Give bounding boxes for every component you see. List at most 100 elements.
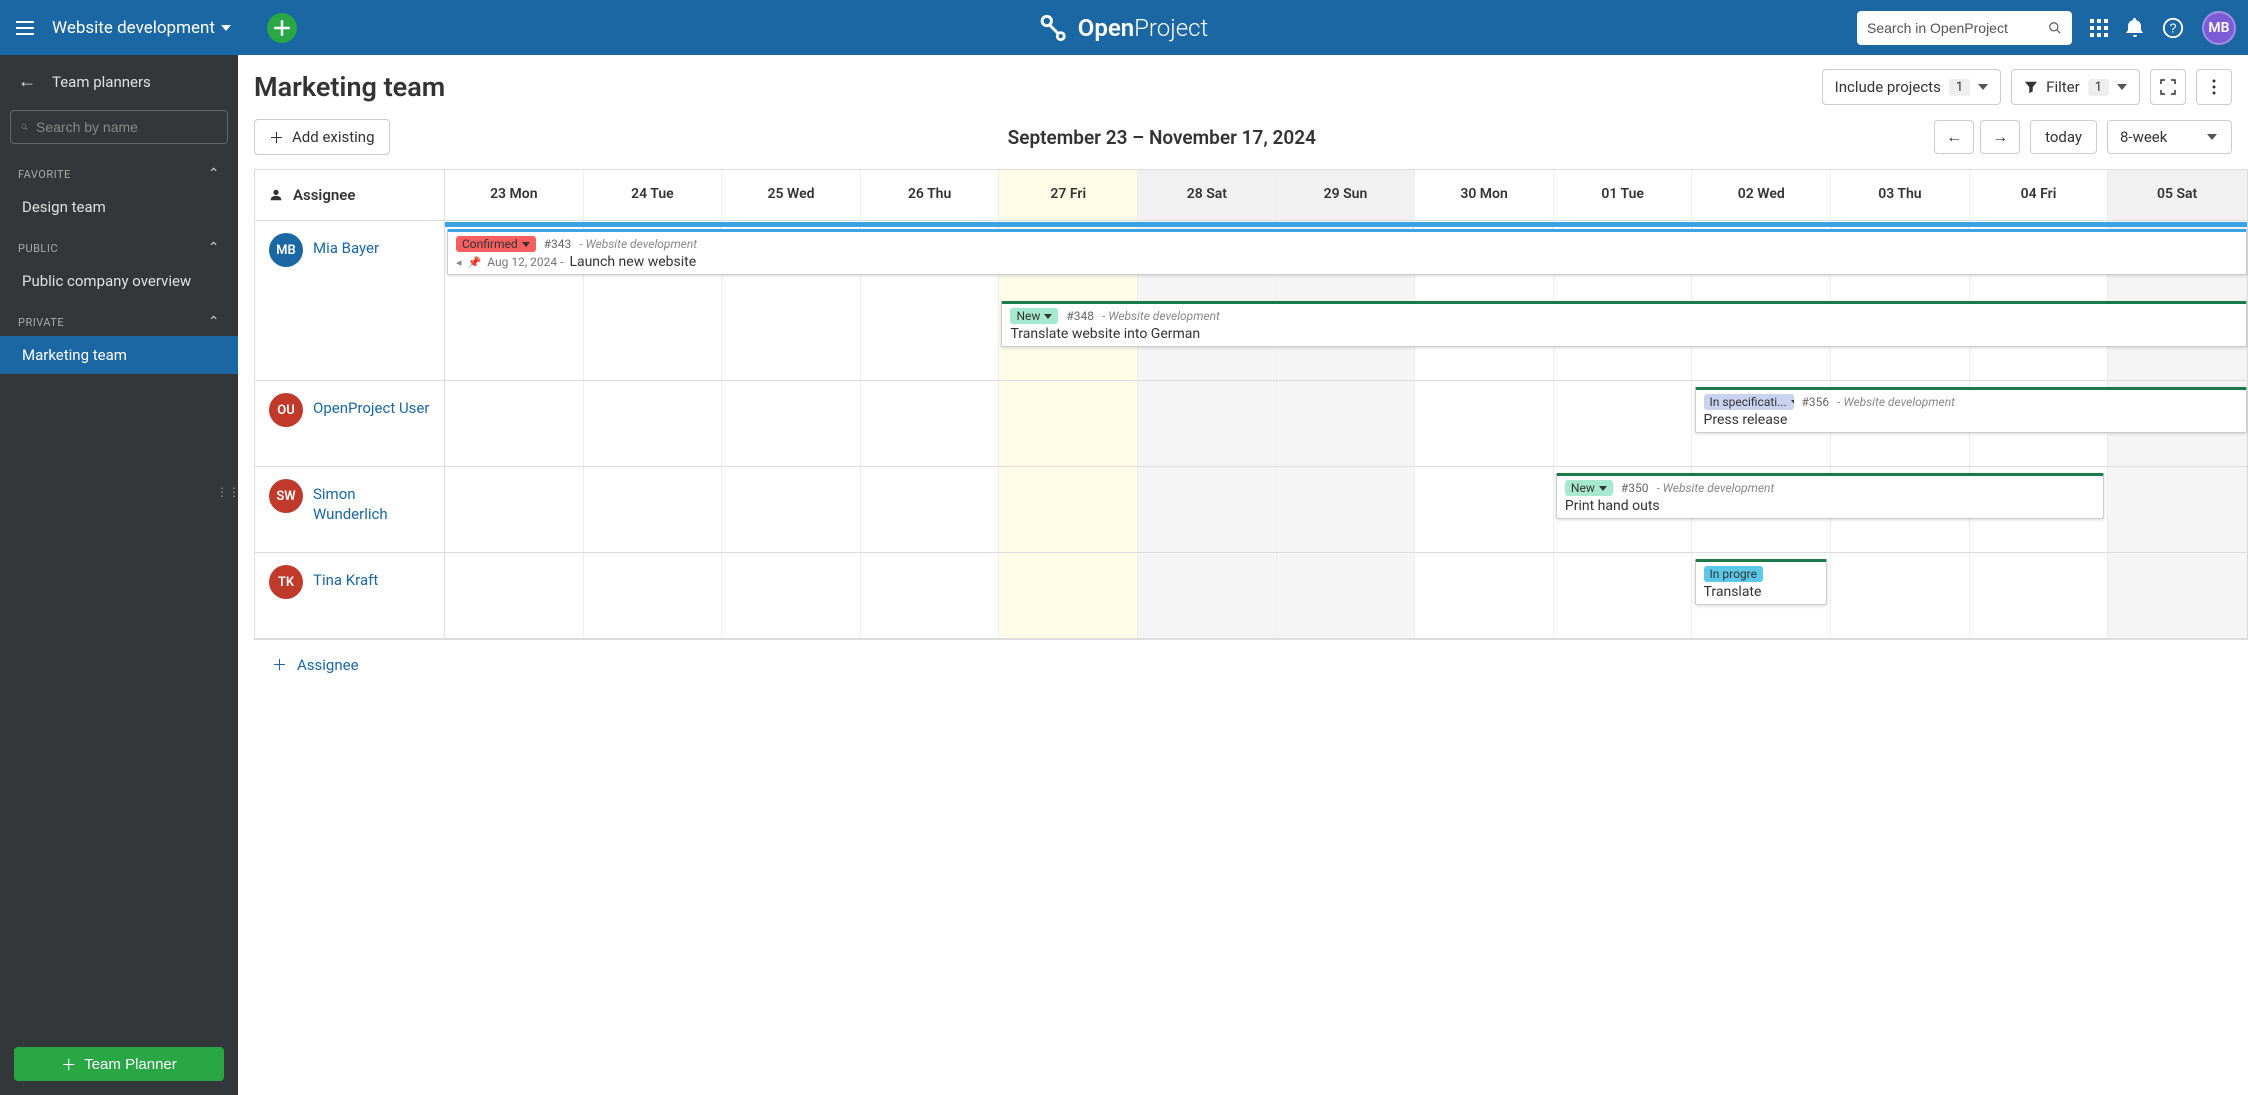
grid-cell[interactable] bbox=[2108, 553, 2247, 638]
wp-title: Translate bbox=[1704, 584, 1762, 600]
include-count-badge: 1 bbox=[1949, 79, 1970, 96]
grid-cell[interactable] bbox=[584, 467, 723, 552]
grid-cell[interactable] bbox=[999, 381, 1138, 466]
sidebar-item-design[interactable]: Design team bbox=[0, 188, 238, 226]
avatar: SW bbox=[269, 479, 303, 513]
grid-cell[interactable] bbox=[999, 467, 1138, 552]
add-existing-button[interactable]: ＋ Add existing bbox=[254, 119, 390, 155]
section-public[interactable]: PUBLIC ⌃ bbox=[0, 226, 238, 262]
grid-cell[interactable] bbox=[2108, 467, 2247, 552]
assignee-name[interactable]: Simon Wunderlich bbox=[313, 479, 430, 524]
new-team-planner-button[interactable]: ＋ Team Planner bbox=[14, 1047, 224, 1081]
grid-cell[interactable] bbox=[722, 467, 861, 552]
grid-cell[interactable] bbox=[861, 553, 1000, 638]
sidebar-search[interactable] bbox=[10, 110, 228, 144]
search-input[interactable] bbox=[1867, 20, 2048, 36]
help-icon[interactable]: ? bbox=[2162, 17, 2184, 39]
openproject-icon bbox=[1040, 14, 1068, 42]
status-tag[interactable]: New bbox=[1565, 480, 1613, 496]
global-add-button[interactable] bbox=[267, 13, 297, 43]
wp-project: - Website development bbox=[1657, 481, 1775, 495]
grid-cell[interactable] bbox=[1138, 553, 1277, 638]
grid-cell[interactable] bbox=[999, 553, 1138, 638]
project-name: Website development bbox=[52, 18, 215, 38]
day-header: 04 Fri bbox=[1970, 170, 2109, 220]
include-projects-button[interactable]: Include projects 1 bbox=[1822, 69, 2002, 105]
pin-icon: 📌 bbox=[468, 256, 482, 269]
sidebar-item-marketing[interactable]: Marketing team bbox=[0, 336, 238, 374]
range-selector[interactable]: 8-week bbox=[2107, 120, 2232, 154]
assignee-row: OU OpenProject User In specificati... #35… bbox=[255, 381, 2247, 467]
sidebar-item-public-overview[interactable]: Public company overview bbox=[0, 262, 238, 300]
fullscreen-icon bbox=[2160, 79, 2176, 95]
status-tag[interactable]: In progre bbox=[1704, 566, 1763, 582]
sidebar-search-input[interactable] bbox=[36, 119, 217, 135]
filter-button[interactable]: Filter 1 bbox=[2011, 69, 2140, 105]
today-button[interactable]: today bbox=[2030, 120, 2097, 154]
wp-id: #356 bbox=[1802, 395, 1830, 409]
wp-title: Translate website into German bbox=[1010, 326, 1200, 342]
work-package-card[interactable]: Confirmed #343 - Website development ◂ 📌… bbox=[447, 229, 2247, 275]
add-assignee-button[interactable]: ＋ Assignee bbox=[254, 640, 2248, 689]
menu-toggle-icon[interactable] bbox=[12, 17, 36, 39]
status-tag[interactable]: In specificati... bbox=[1704, 394, 1794, 410]
grid-cell[interactable] bbox=[1554, 553, 1693, 638]
caret-down-icon bbox=[1978, 84, 1988, 90]
svg-text:?: ? bbox=[2169, 20, 2176, 35]
bell-icon[interactable] bbox=[2126, 18, 2144, 38]
assignee-name[interactable]: OpenProject User bbox=[313, 393, 429, 419]
grid-cell[interactable] bbox=[445, 553, 584, 638]
day-header: 01 Tue bbox=[1554, 170, 1693, 220]
grid-cell[interactable] bbox=[1277, 467, 1416, 552]
grid-cell[interactable] bbox=[861, 467, 1000, 552]
section-favorite[interactable]: FAVORITE ⌃ bbox=[0, 152, 238, 188]
grid-cell[interactable] bbox=[861, 381, 1000, 466]
wp-title: Print hand outs bbox=[1565, 498, 1660, 514]
grid-cell[interactable] bbox=[722, 381, 861, 466]
modules-icon[interactable] bbox=[2090, 19, 2108, 37]
work-package-card[interactable]: New #348 - Website development Translate… bbox=[1001, 301, 2247, 347]
day-header: 28 Sat bbox=[1138, 170, 1277, 220]
day-header: 02 Wed bbox=[1692, 170, 1831, 220]
project-selector[interactable]: Website development bbox=[46, 14, 237, 42]
avatar: OU bbox=[269, 393, 303, 427]
grid-cell[interactable] bbox=[445, 381, 584, 466]
fullscreen-button[interactable] bbox=[2150, 69, 2186, 105]
day-header: 03 Thu bbox=[1831, 170, 1970, 220]
section-private[interactable]: PRIVATE ⌃ bbox=[0, 300, 238, 336]
grid-cell[interactable] bbox=[445, 467, 584, 552]
grid-cell[interactable] bbox=[1138, 381, 1277, 466]
assignee-row: MBMia Bayer Confirmed #343 - Website dev… bbox=[255, 221, 2247, 381]
chevron-up-icon: ⌃ bbox=[208, 166, 220, 182]
sidebar-collapse-handle[interactable]: ⋮⋮ bbox=[216, 485, 240, 499]
grid-cell[interactable] bbox=[1970, 553, 2109, 638]
next-period-button[interactable]: → bbox=[1980, 120, 2020, 154]
assignee-name[interactable]: Tina Kraft bbox=[313, 565, 378, 591]
global-search[interactable] bbox=[1857, 11, 2072, 45]
grid-cell[interactable] bbox=[722, 553, 861, 638]
day-header: 27 Fri bbox=[999, 170, 1138, 220]
status-tag[interactable]: New bbox=[1010, 308, 1058, 324]
work-package-card[interactable]: In progre Translate bbox=[1695, 559, 1828, 605]
grid-cell[interactable] bbox=[1277, 553, 1416, 638]
prev-period-button[interactable]: ← bbox=[1934, 120, 1974, 154]
work-package-card[interactable]: New #350 - Website development Print han… bbox=[1556, 473, 2104, 519]
grid-cell[interactable] bbox=[1415, 467, 1554, 552]
assignee-name[interactable]: Mia Bayer bbox=[313, 233, 379, 259]
work-package-card[interactable]: In specificati... #356 - Website develop… bbox=[1695, 387, 2247, 433]
plus-icon: ＋ bbox=[269, 127, 284, 148]
grid-cell[interactable] bbox=[1554, 381, 1693, 466]
back-arrow-icon[interactable]: ← bbox=[18, 71, 36, 92]
milestone-bar[interactable] bbox=[445, 222, 2247, 227]
grid-cell[interactable] bbox=[1277, 381, 1416, 466]
grid-cell[interactable] bbox=[1415, 381, 1554, 466]
grid-cell[interactable] bbox=[584, 381, 723, 466]
grid-cell[interactable] bbox=[584, 553, 723, 638]
filter-count-badge: 1 bbox=[2088, 79, 2109, 96]
grid-cell[interactable] bbox=[1415, 553, 1554, 638]
grid-cell[interactable] bbox=[1138, 467, 1277, 552]
user-avatar[interactable]: MB bbox=[2202, 11, 2236, 45]
status-tag[interactable]: Confirmed bbox=[456, 236, 536, 252]
more-menu-button[interactable] bbox=[2196, 69, 2232, 105]
grid-cell[interactable] bbox=[1831, 553, 1970, 638]
